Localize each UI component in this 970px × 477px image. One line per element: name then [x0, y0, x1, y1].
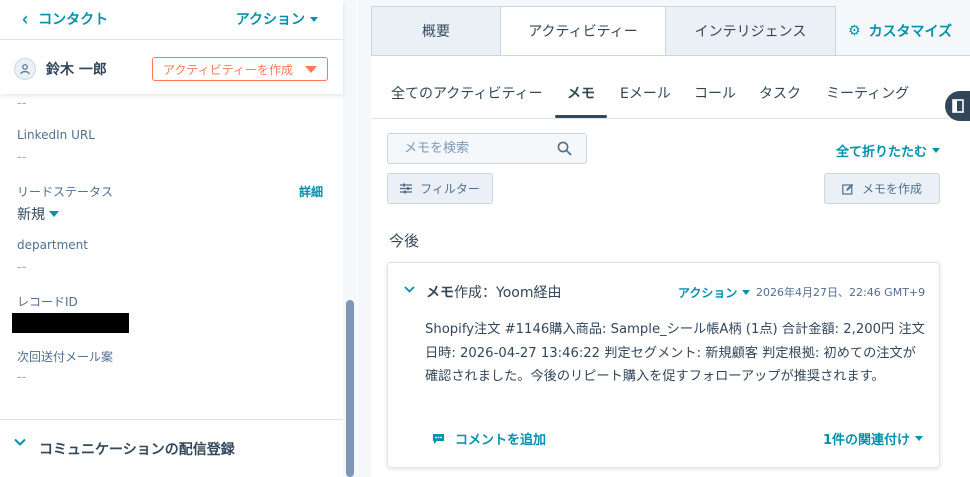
note-actions-dropdown[interactable]: アクション — [678, 284, 751, 301]
back-to-contacts-link[interactable]: ‹ コンタクト — [22, 7, 109, 31]
tab-calls[interactable]: コール — [694, 83, 736, 103]
filter-sliders-icon — [400, 183, 413, 194]
search-icon[interactable] — [557, 141, 572, 156]
caret-down-icon — [742, 290, 751, 295]
create-note-label: メモを作成 — [861, 182, 922, 196]
note-actions-label: アクション — [678, 286, 738, 300]
create-activity-label: アクティビティーを作成 — [163, 62, 293, 77]
create-activity-button[interactable]: アクティビティーを作成 — [152, 57, 328, 81]
contact-summary: 鈴木 一郎 アクティビティーを作成 — [0, 40, 343, 94]
section-title: コミュニケーションの配信登録 — [39, 442, 235, 458]
filter-button[interactable]: フィルター — [387, 173, 493, 204]
department-value[interactable]: -- — [17, 260, 26, 275]
lead-status-select[interactable]: 新規 — [17, 204, 59, 224]
collapse-all-label: 全て折りたたむ — [835, 145, 927, 160]
caret-down-icon — [304, 65, 317, 73]
avatar — [14, 58, 36, 80]
activity-type-tabs: 全てのアクティビティー メモ Eメール コール タスク ミーティング — [371, 56, 970, 119]
note-body[interactable]: Shopify注文 #1146購入商品: Sample_シール帳A柄 (1点) … — [425, 318, 925, 389]
chevron-left-icon: ‹ — [22, 7, 29, 31]
note-creator: 作成：Yoom経由 — [454, 285, 562, 301]
activity-panel: 概要 アクティビティー インテリジェンス ⚙ カスタマイズ 全てのアクティビティ… — [358, 0, 970, 477]
linkedin-url-label: LinkedIn URL — [17, 128, 95, 142]
panel-toggle-icon — [952, 99, 964, 113]
note-search-input[interactable] — [388, 134, 548, 163]
caret-down-icon — [915, 436, 923, 441]
tab-meetings[interactable]: ミーティング — [826, 83, 909, 103]
record-tabs: 概要 アクティビティー インテリジェンス — [371, 6, 836, 56]
property-value: -- — [17, 96, 27, 111]
department-label: department — [17, 238, 88, 252]
linkedin-url-value[interactable]: -- — [17, 150, 26, 165]
gear-icon: ⚙ — [848, 23, 861, 39]
tab-tasks[interactable]: タスク — [759, 83, 801, 103]
chevron-down-icon[interactable] — [404, 286, 415, 293]
tab-overview[interactable]: 概要 — [371, 6, 501, 56]
next-mail-value[interactable]: -- — [17, 370, 26, 385]
person-icon — [20, 64, 30, 75]
actions-label: アクション — [235, 12, 305, 28]
upcoming-group-heading: 今後 — [389, 232, 420, 250]
add-comment-label: コメントを追加 — [455, 433, 547, 448]
note-timestamp: 2026年4月27日、22:46 GMT+9 — [756, 286, 926, 299]
create-note-button[interactable]: メモを作成 — [824, 173, 940, 204]
customize-button[interactable]: ⚙ カスタマイズ — [848, 21, 952, 41]
note-search — [387, 133, 587, 164]
record-id-label: レコードID — [17, 295, 78, 309]
tab-all-activities[interactable]: 全てのアクティビティー — [391, 83, 543, 103]
note-title: メモ作成：Yoom経由 — [426, 282, 561, 302]
active-tab-indicator — [555, 115, 607, 118]
comment-icon — [432, 433, 445, 445]
tab-emails[interactable]: Eメール — [620, 83, 671, 103]
contact-properties: -- LinkedIn URL -- リードステータス 詳細 新規 depart… — [0, 94, 343, 419]
edit-icon — [842, 183, 854, 195]
contact-sidebar: -- LinkedIn URL -- リードステータス 詳細 新規 depart… — [0, 0, 357, 477]
collapse-all-dropdown[interactable]: 全て折りたたむ — [836, 141, 940, 160]
activity-content: 全てのアクティビティー メモ Eメール コール タスク ミーティング 全て折りた… — [371, 55, 970, 477]
associations-label: 1件の関連付け — [822, 433, 910, 448]
customize-label: カスタマイズ — [868, 24, 953, 40]
note-card: メモ作成：Yoom経由 アクション 2026年4月27日、22:46 GMT+9… — [387, 262, 940, 468]
tab-activity[interactable]: アクティビティー — [501, 6, 666, 56]
note-type: メモ — [426, 285, 454, 301]
caret-down-icon — [49, 211, 59, 217]
caret-down-icon — [310, 16, 318, 22]
lead-status-label: リードステータス — [17, 185, 114, 199]
filter-label: フィルター — [420, 182, 480, 196]
tab-intelligence[interactable]: インテリジェンス — [666, 6, 836, 56]
contact-actions-dropdown[interactable]: アクション — [236, 9, 318, 29]
sidebar-toggle-button[interactable] — [945, 91, 970, 121]
caret-down-icon — [932, 148, 940, 153]
next-mail-label: 次回送付メール案 — [17, 350, 114, 364]
lead-status-detail-link[interactable]: 詳細 — [299, 183, 323, 200]
communication-subscriptions-section[interactable]: コミュニケーションの配信登録 — [0, 419, 343, 477]
lead-status-value: 新規 — [17, 207, 45, 223]
record-id-redacted — [12, 313, 129, 333]
contact-name: 鈴木 一郎 — [46, 62, 107, 78]
back-link-label: コンタクト — [38, 12, 109, 28]
tab-notes[interactable]: メモ — [567, 83, 595, 103]
contact-header: ‹ コンタクト アクション 鈴木 一郎 アクティビティーを作成 — [0, 0, 343, 94]
contact-nav-row: ‹ コンタクト アクション — [0, 0, 343, 40]
associations-dropdown[interactable]: 1件の関連付け — [823, 429, 923, 448]
add-comment-button[interactable]: コメントを追加 — [432, 429, 546, 448]
chevron-down-icon — [14, 438, 26, 446]
scrollbar-thumb[interactable] — [346, 300, 354, 477]
